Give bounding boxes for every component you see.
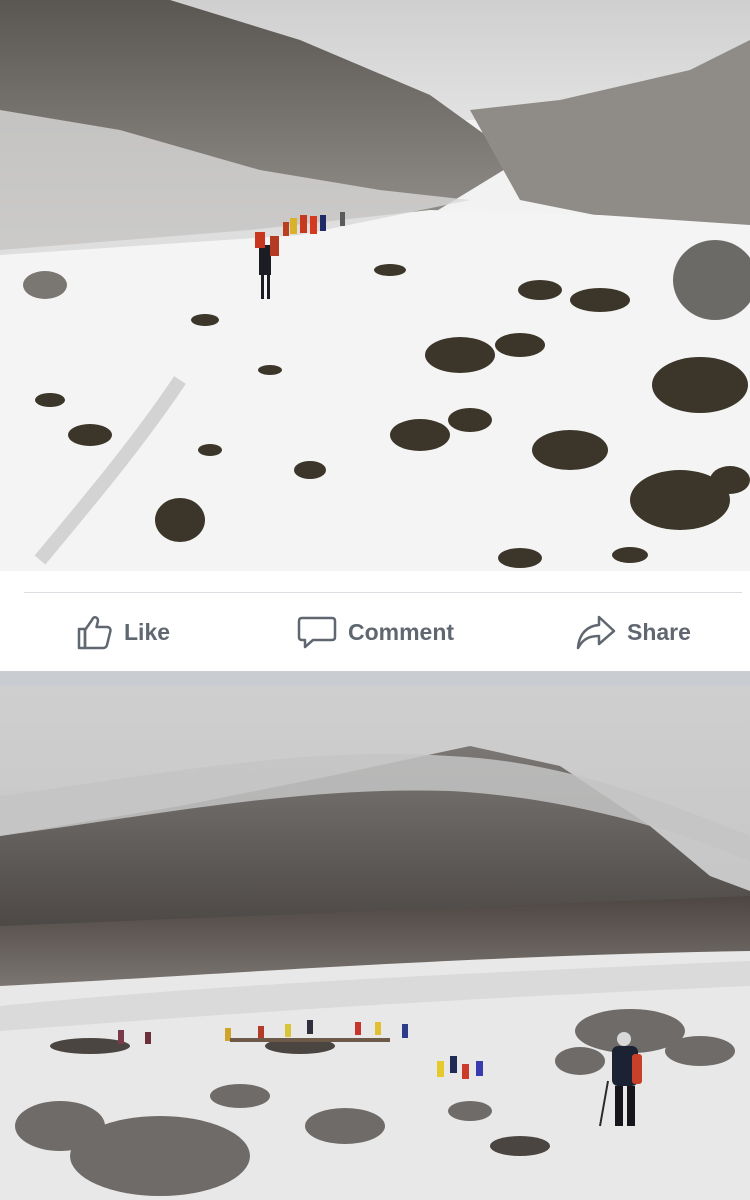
thumbs-up-icon <box>77 616 112 650</box>
comment-button[interactable]: Comment <box>296 607 454 657</box>
like-label: Like <box>124 618 171 645</box>
post-separator <box>0 671 750 686</box>
share-button[interactable]: Share <box>575 607 691 657</box>
post-action-bar: Like Comment Share <box>0 571 750 671</box>
like-button[interactable]: Like <box>74 607 170 657</box>
comment-label: Comment <box>348 618 455 645</box>
post-photo-misty-mountain[interactable] <box>0 686 750 1200</box>
post-photo-snowy-valley[interactable] <box>0 0 750 571</box>
photo-image <box>0 686 750 1200</box>
divider <box>24 592 742 593</box>
share-arrow-icon <box>576 615 616 650</box>
speech-bubble-icon <box>297 616 337 649</box>
share-label: Share <box>627 618 691 645</box>
photo-image <box>0 0 750 571</box>
